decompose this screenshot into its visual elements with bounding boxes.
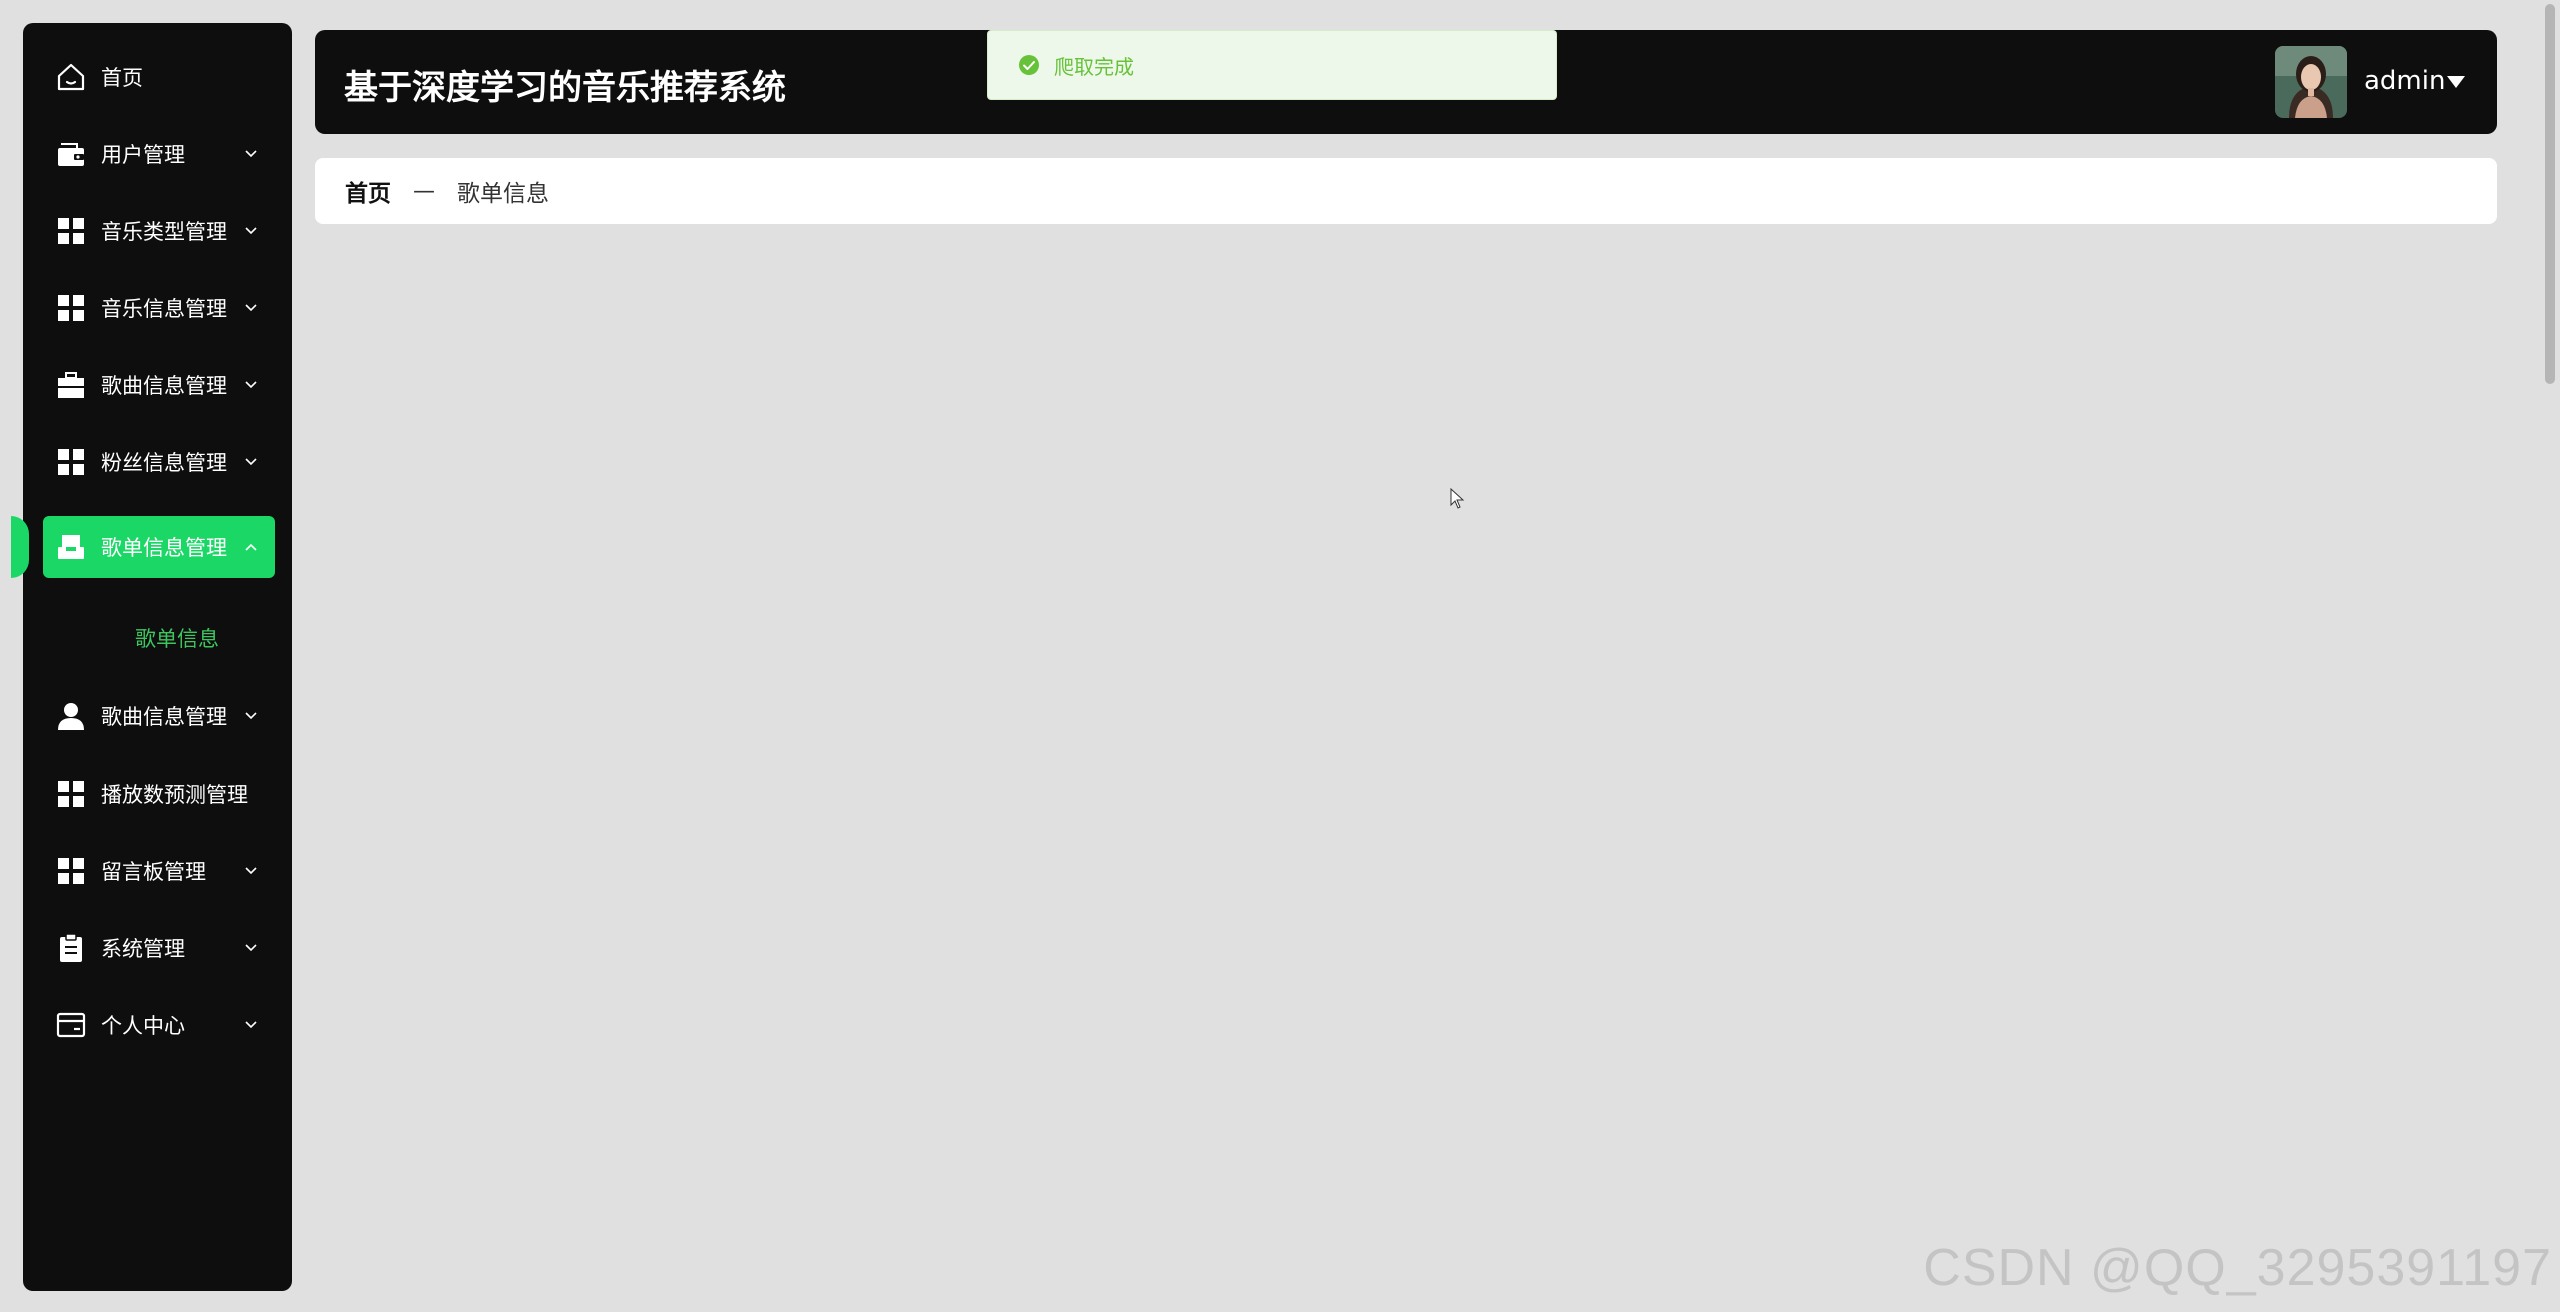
sidebar-item-label: 用户管理 [101, 143, 185, 167]
grid-icon [55, 778, 87, 810]
chevron-down-icon [243, 300, 259, 316]
grid-icon [55, 215, 87, 247]
chevron-down-icon [243, 377, 259, 393]
briefcase-icon [55, 369, 87, 401]
user-menu-name[interactable]: admin [2364, 66, 2445, 96]
sidebar-item-label: 歌曲信息管理 [101, 374, 227, 398]
sidebar-item-play-prediction[interactable]: 播放数预测管理 [43, 763, 275, 825]
grid-icon [55, 855, 87, 887]
toast-message: 爬取完成 [1054, 54, 1134, 79]
sidebar-item-label: 粉丝信息管理 [101, 451, 227, 475]
submenu-item-playlist[interactable]: 歌单信息 [135, 623, 219, 653]
user-icon [55, 700, 87, 732]
sidebar-item-music-type[interactable]: 音乐类型管理 [43, 200, 275, 262]
sidebar-item-label: 系统管理 [101, 937, 185, 961]
breadcrumb-home[interactable]: 首页 [345, 174, 391, 208]
sidebar-item-song-info[interactable]: 歌曲信息管理 [43, 354, 275, 416]
sidebar-item-playlist-info[interactable]: 歌单信息管理 [43, 516, 275, 578]
scrollbar-thumb[interactable] [2545, 4, 2555, 384]
chevron-down-icon [243, 454, 259, 470]
chevron-down-icon [243, 1017, 259, 1033]
breadcrumb: 首页 — 歌单信息 [315, 158, 2497, 224]
sidebar-item-song-info-2[interactable]: 歌曲信息管理 [43, 685, 275, 747]
sidebar-item-label: 歌单信息管理 [101, 536, 227, 560]
sidebar-item-system[interactable]: 系统管理 [43, 917, 275, 979]
sidebar-item-fan-info[interactable]: 粉丝信息管理 [43, 431, 275, 493]
avatar[interactable] [2275, 46, 2347, 118]
inbox-icon [55, 531, 87, 563]
chevron-down-icon [243, 940, 259, 956]
success-toast: 爬取完成 [987, 30, 1557, 100]
breadcrumb-current: 歌单信息 [457, 181, 549, 207]
sidebar-item-label: 音乐信息管理 [101, 297, 227, 321]
sidebar-item-label: 播放数预测管理 [101, 783, 248, 807]
grid-icon [55, 446, 87, 478]
watermark: CSDN @QQ_3295391197 [1923, 1239, 2552, 1297]
sidebar-item-user-management[interactable]: 用户管理 [43, 123, 275, 185]
sidebar-item-message-board[interactable]: 留言板管理 [43, 840, 275, 902]
card-icon [55, 1009, 87, 1041]
chevron-down-icon [243, 223, 259, 239]
sidebar: 首页 用户管理 音乐类型管理 音乐信息管理 歌曲信息管理 粉丝信息管理 歌单信息… [11, 23, 292, 1291]
active-indicator [11, 516, 29, 578]
check-circle-icon [1019, 55, 1039, 75]
sidebar-item-label: 留言板管理 [101, 860, 206, 884]
sidebar-item-label: 音乐类型管理 [101, 220, 227, 244]
breadcrumb-separator: — [413, 178, 435, 204]
app-title: 基于深度学习的音乐推荐系统 [344, 68, 786, 108]
chevron-down-icon [243, 146, 259, 162]
chevron-down-icon [243, 863, 259, 879]
clipboard-icon [55, 932, 87, 964]
sidebar-item-music-info[interactable]: 音乐信息管理 [43, 277, 275, 339]
grid-icon [55, 292, 87, 324]
chevron-down-icon [243, 708, 259, 724]
sidebar-item-label: 歌曲信息管理 [101, 705, 227, 729]
sidebar-item-label: 个人中心 [101, 1014, 185, 1038]
sidebar-item-label: 首页 [101, 66, 143, 90]
chevron-up-icon [243, 539, 259, 555]
sidebar-item-personal-center[interactable]: 个人中心 [43, 994, 275, 1056]
home-icon [55, 61, 87, 93]
caret-down-icon[interactable] [2447, 76, 2465, 88]
wallet-icon [55, 138, 87, 170]
mouse-cursor-icon [1450, 488, 1465, 509]
sidebar-item-home[interactable]: 首页 [43, 46, 275, 108]
